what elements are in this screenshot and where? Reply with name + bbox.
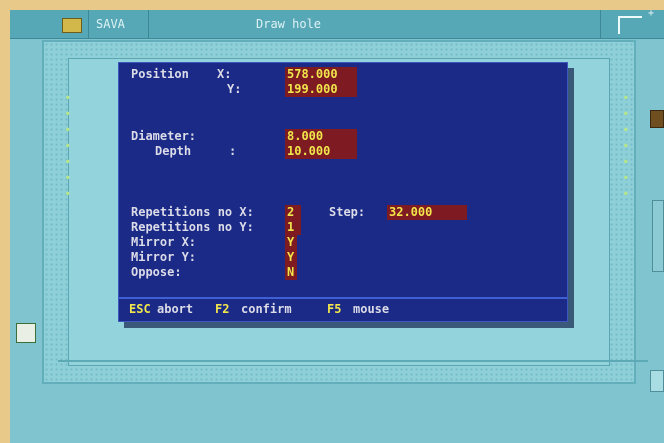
app-name: SAVA [96, 17, 125, 31]
titlebar-divider [148, 10, 149, 38]
step-field[interactable]: 32.000 [387, 205, 467, 220]
cube-icon[interactable] [16, 323, 36, 343]
oppose-field[interactable]: N [285, 265, 297, 280]
draw-hole-dialog: Position X: 578.000 Y: 199.000 Diameter:… [118, 62, 568, 322]
esc-key[interactable]: ESC [129, 299, 151, 319]
resize-corner-icon[interactable] [618, 10, 654, 34]
ruler-dots-left: ● ● ● ● ● ● ● [66, 94, 70, 197]
diameter-field[interactable]: 8.000 [285, 129, 357, 144]
depth-label: Depth [155, 144, 192, 158]
tool-icon[interactable] [650, 110, 664, 128]
f5-key[interactable]: F5 [327, 299, 341, 319]
desktop: SAVA Draw hole ●●●●●●● ●●●●●●● Position … [10, 10, 664, 443]
repetitions-y-field[interactable]: 1 [285, 220, 301, 235]
repetitions-y-label: Repetitions no Y: [131, 220, 254, 234]
repetitions-x-label: Repetitions no X: [131, 205, 254, 219]
repetitions-x-field[interactable]: 2 [285, 205, 301, 220]
side-tab[interactable] [652, 200, 664, 272]
position-label: Position [131, 67, 189, 81]
mirror-x-field[interactable]: Y [285, 235, 297, 250]
position-y-label: Y: [227, 82, 242, 96]
scroll-handle[interactable] [650, 370, 664, 392]
step-label: Step: [329, 205, 366, 219]
ruler-dots-right: ● ● ● ● ● ● ● [624, 94, 628, 197]
titlebar: SAVA Draw hole [10, 10, 664, 39]
dialog-footer: ESC abort F2 confirm F5 mouse [119, 297, 567, 321]
depth-colon: : [229, 144, 237, 158]
titlebar-divider [88, 10, 89, 38]
diameter-label: Diameter: [131, 129, 197, 143]
mirror-x-label: Mirror X: [131, 235, 197, 249]
f2-action[interactable]: confirm [241, 299, 292, 319]
mirror-y-field[interactable]: Y [285, 250, 297, 265]
mirror-y-label: Mirror Y: [131, 250, 197, 264]
f2-key[interactable]: F2 [215, 299, 229, 319]
position-x-label: X: [217, 67, 232, 81]
oppose-label: Oppose: [131, 265, 182, 279]
position-y-field[interactable]: 199.000 [285, 82, 357, 97]
depth-field[interactable]: 10.000 [285, 144, 357, 159]
esc-action[interactable]: abort [157, 299, 193, 319]
f5-action[interactable]: mouse [353, 299, 389, 319]
titlebar-divider [600, 10, 601, 38]
position-x-field[interactable]: 578.000 [285, 67, 357, 82]
frame-line [58, 360, 648, 362]
logo-icon[interactable] [62, 18, 82, 33]
window-title: Draw hole [256, 17, 322, 31]
